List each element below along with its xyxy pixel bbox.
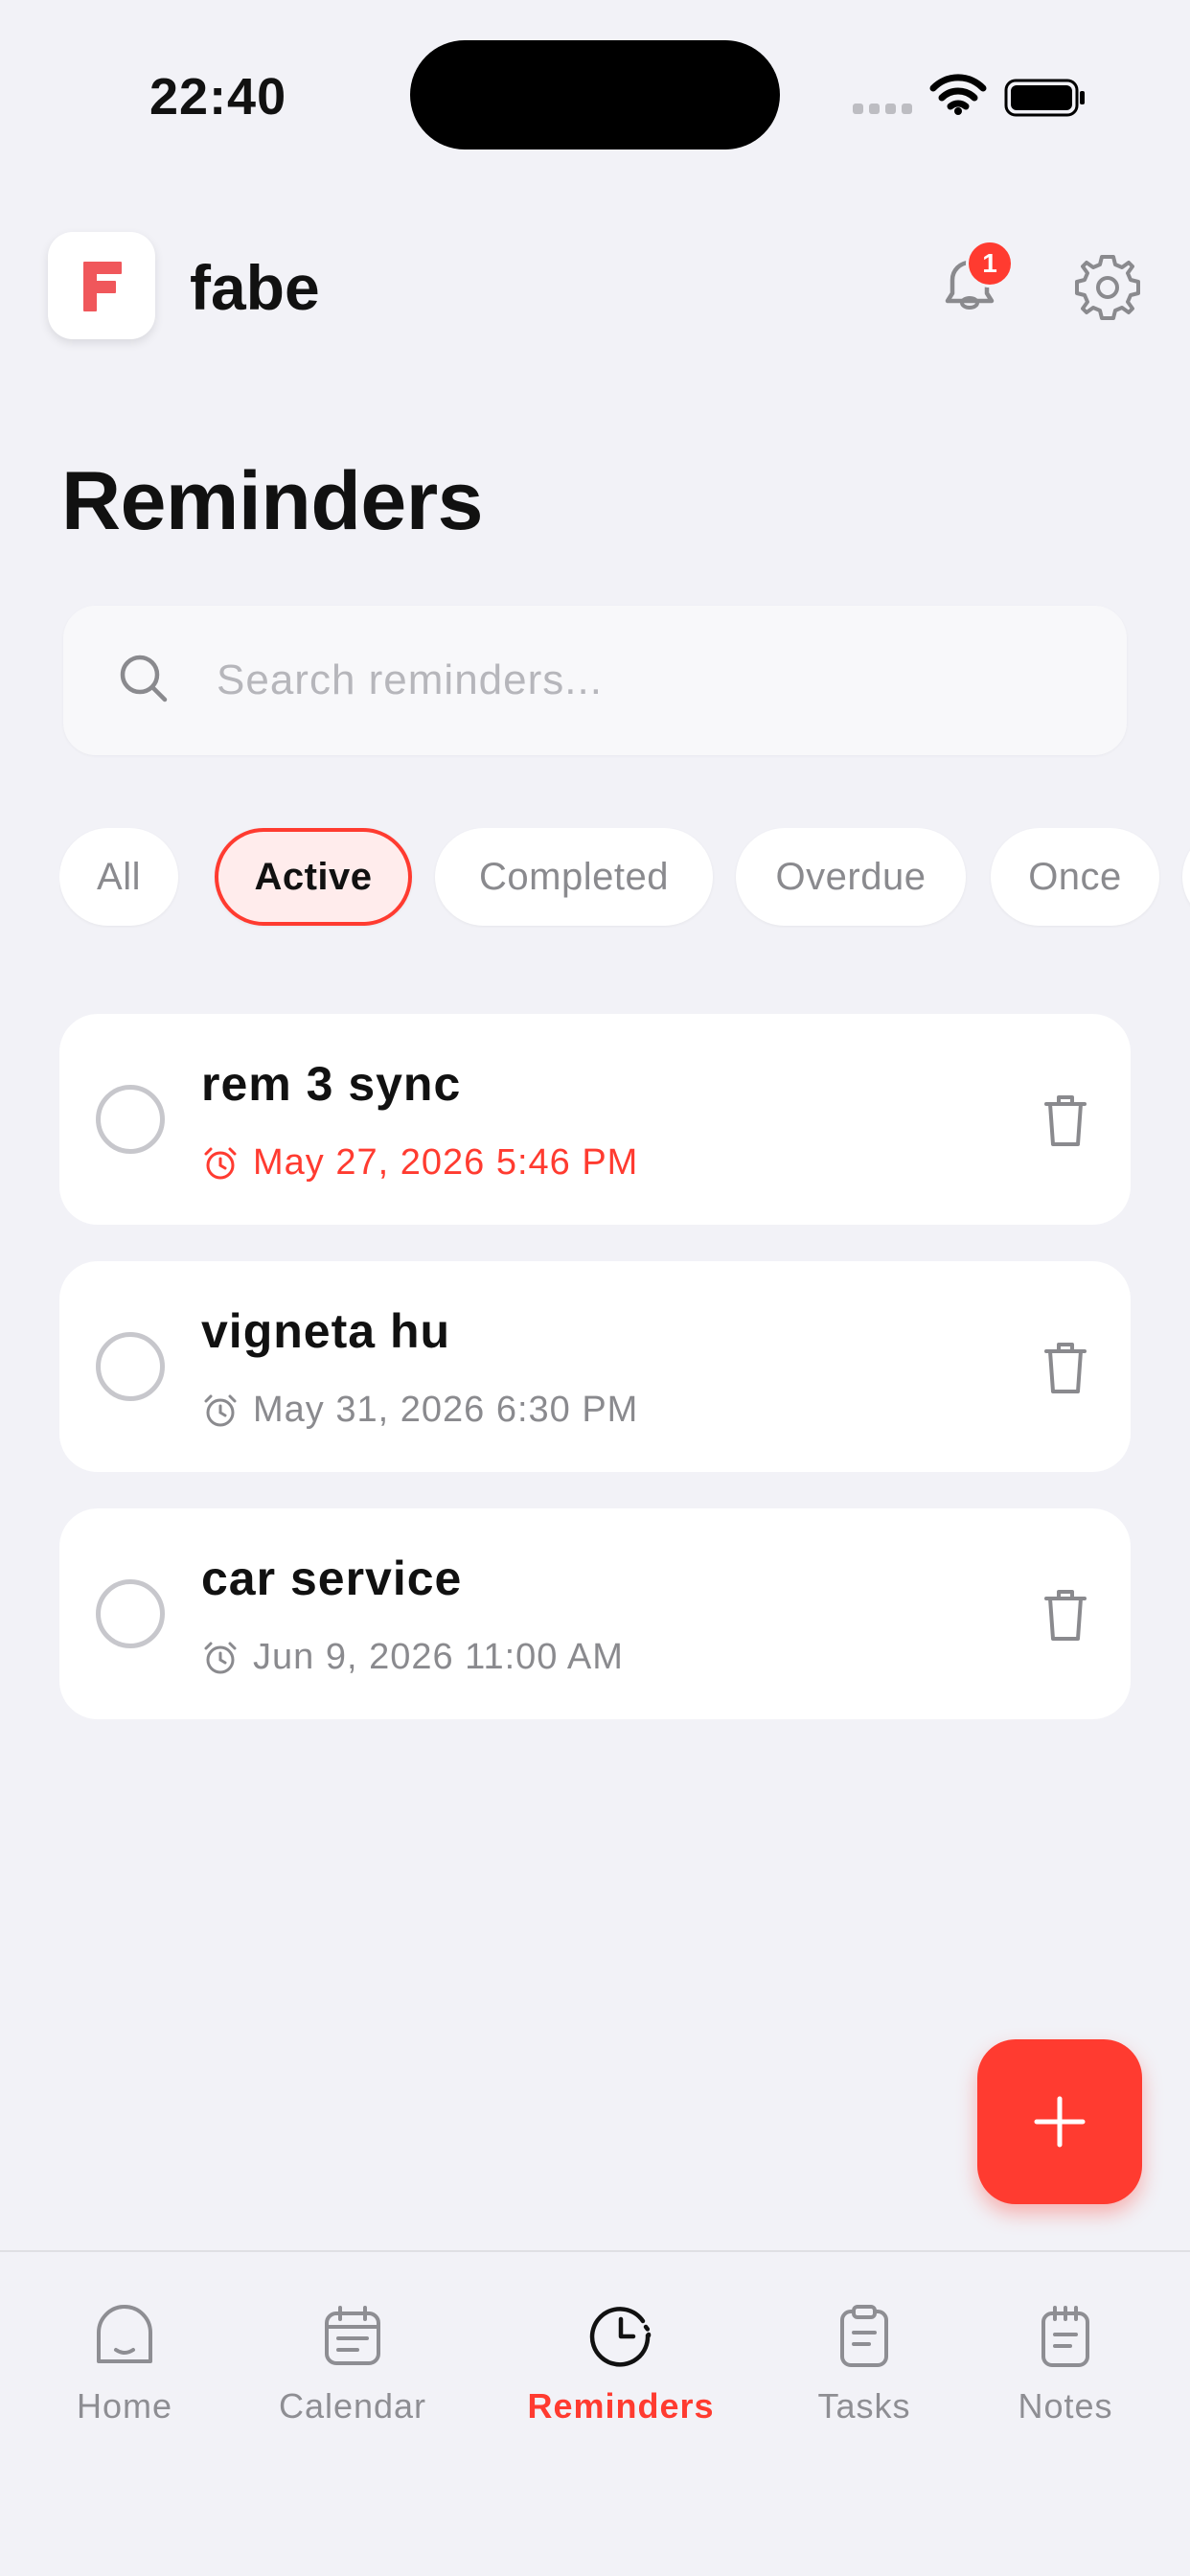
- reminder-card[interactable]: car service Jun 9, 2026 11:00 AM: [59, 1508, 1131, 1719]
- trash-icon[interactable]: [1039, 1338, 1092, 1397]
- reminder-card[interactable]: rem 3 sync May 27, 2026 5:46 PM: [59, 1014, 1131, 1225]
- page-title: Reminders: [61, 455, 484, 547]
- filter-chip-overdue[interactable]: Overdue: [736, 828, 966, 926]
- notepad-icon: [1041, 2306, 1089, 2367]
- cellular-signal-icon: [853, 104, 912, 114]
- clipboard-icon: [840, 2305, 888, 2367]
- reminders-screen: 22:40 fabe 1 Reminders All: [0, 0, 1190, 2576]
- home-icon: [97, 2305, 152, 2363]
- tab-label: Notes: [1018, 2386, 1113, 2426]
- bottom-tab-bar: Home Calendar Reminders Tasks Notes: [0, 2250, 1190, 2576]
- reminder-datetime-text: Jun 9, 2026 11:00 AM: [253, 1637, 624, 1677]
- alarm-clock-icon: [204, 1642, 237, 1673]
- tab-label: Calendar: [278, 2386, 427, 2426]
- wifi-icon: [929, 74, 987, 115]
- tab-reminders[interactable]: Reminders: [515, 2302, 726, 2426]
- complete-checkbox[interactable]: [96, 1332, 165, 1401]
- trash-icon[interactable]: [1039, 1585, 1092, 1644]
- filter-chip-active[interactable]: Active: [215, 828, 412, 926]
- dynamic-island: [410, 40, 780, 150]
- alarm-clock-icon: [204, 1147, 237, 1179]
- reminder-title: vigneta hu: [201, 1304, 451, 1358]
- search-bar[interactable]: [63, 606, 1127, 755]
- reminder-datetime-text: May 27, 2026 5:46 PM: [253, 1142, 639, 1183]
- tab-label: Home: [76, 2386, 173, 2426]
- filter-chips: All Active Completed Overdue Once: [59, 828, 1190, 928]
- tab-label: Reminders: [527, 2386, 715, 2426]
- calendar-icon: [325, 2306, 380, 2365]
- filter-chip-all[interactable]: All: [59, 828, 178, 926]
- complete-checkbox[interactable]: [96, 1579, 165, 1648]
- reminder-datetime-text: May 31, 2026 6:30 PM: [253, 1390, 639, 1430]
- settings-gear-icon[interactable]: [1071, 251, 1144, 324]
- complete-checkbox[interactable]: [96, 1085, 165, 1154]
- reminder-title: rem 3 sync: [201, 1057, 462, 1111]
- plus-icon: [1034, 2096, 1086, 2148]
- add-reminder-button[interactable]: [977, 2039, 1142, 2204]
- filter-chip-completed[interactable]: Completed: [435, 828, 713, 926]
- battery-icon: [1004, 79, 1085, 117]
- app-name: fabe: [190, 252, 320, 323]
- tab-home[interactable]: Home: [19, 2302, 230, 2426]
- reminder-card[interactable]: vigneta hu May 31, 2026 6:30 PM: [59, 1261, 1131, 1472]
- alarm-clock-icon: [204, 1394, 237, 1426]
- app-logo: [48, 232, 155, 339]
- tab-tasks[interactable]: Tasks: [759, 2302, 970, 2426]
- reminder-title: car service: [201, 1552, 463, 1605]
- tab-label: Tasks: [817, 2386, 911, 2426]
- reminder-datetime: May 31, 2026 6:30 PM: [201, 1390, 638, 1431]
- notification-badge: 1: [966, 240, 1014, 288]
- fabe-logo-icon: [83, 262, 122, 311]
- filter-chip-more[interactable]: [1182, 828, 1190, 926]
- status-time: 22:40: [149, 68, 287, 126]
- reminder-datetime: Jun 9, 2026 11:00 AM: [201, 1637, 624, 1678]
- tab-calendar[interactable]: Calendar: [247, 2302, 458, 2426]
- reminder-datetime: May 27, 2026 5:46 PM: [201, 1142, 638, 1184]
- search-icon: [120, 655, 168, 702]
- trash-icon[interactable]: [1039, 1091, 1092, 1150]
- clock-icon: [589, 2307, 652, 2367]
- search-input[interactable]: [217, 606, 1079, 755]
- tab-notes[interactable]: Notes: [960, 2302, 1171, 2426]
- filter-chip-once[interactable]: Once: [991, 828, 1159, 926]
